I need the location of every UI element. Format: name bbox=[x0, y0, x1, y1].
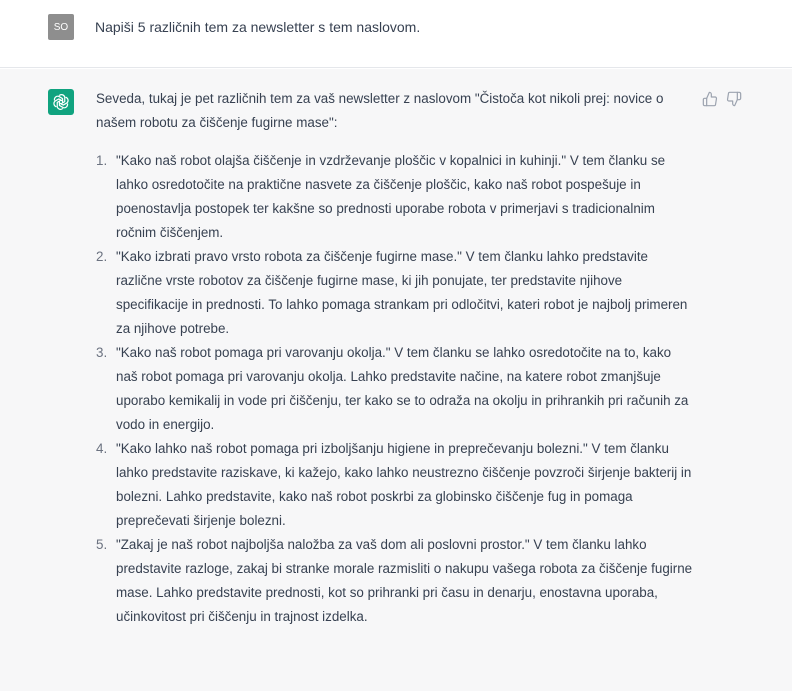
assistant-intro-text: Seveda, tukaj je pet različnih tem za va… bbox=[96, 91, 664, 130]
list-item-text: "Kako izbrati pravo vrsto robota za čišč… bbox=[116, 249, 688, 336]
list-item-number: 1. bbox=[96, 153, 108, 168]
list-item-text: "Kako lahko naš robot pomaga pri izboljš… bbox=[116, 441, 692, 528]
list-item: 4. "Kako lahko naš robot pomaga pri izbo… bbox=[96, 437, 696, 533]
list-item: 3. "Kako naš robot pomaga pri varovanju … bbox=[96, 341, 696, 437]
list-item-text: "Zakaj je naš robot najboljša naložba za… bbox=[116, 537, 693, 624]
thumbs-down-icon[interactable] bbox=[726, 91, 742, 107]
user-message-text: Napiši 5 različnih tem za newsletter s t… bbox=[95, 19, 421, 35]
list-item: 2. "Kako izbrati pravo vrsto robota za č… bbox=[96, 245, 696, 341]
list-item-number: 5. bbox=[96, 537, 108, 552]
assistant-message-content: Seveda, tukaj je pet različnih tem za va… bbox=[96, 87, 696, 629]
list-item-number: 3. bbox=[96, 345, 108, 360]
list-item: 1. "Kako naš robot olajša čiščenje in vz… bbox=[96, 149, 696, 245]
list-item-number: 4. bbox=[96, 441, 108, 456]
list-item: 5. "Zakaj je naš robot najboljša naložba… bbox=[96, 533, 696, 629]
list-item-text: "Kako naš robot olajša čiščenje in vzdrž… bbox=[116, 153, 666, 240]
user-avatar-initials: SO bbox=[53, 21, 69, 33]
thumbs-up-icon[interactable] bbox=[702, 91, 718, 107]
topics-list: 1. "Kako naš robot olajša čiščenje in vz… bbox=[96, 149, 696, 629]
feedback-buttons bbox=[702, 91, 742, 107]
user-message-row: SO Napiši 5 različnih tem za newsletter … bbox=[0, 0, 792, 68]
assistant-message-row: Seveda, tukaj je pet različnih tem za va… bbox=[0, 69, 792, 691]
list-item-text: "Kako naš robot pomaga pri varovanju oko… bbox=[116, 345, 689, 432]
openai-logo-icon bbox=[48, 89, 74, 115]
list-item-number: 2. bbox=[96, 249, 108, 264]
user-avatar: SO bbox=[48, 14, 74, 40]
